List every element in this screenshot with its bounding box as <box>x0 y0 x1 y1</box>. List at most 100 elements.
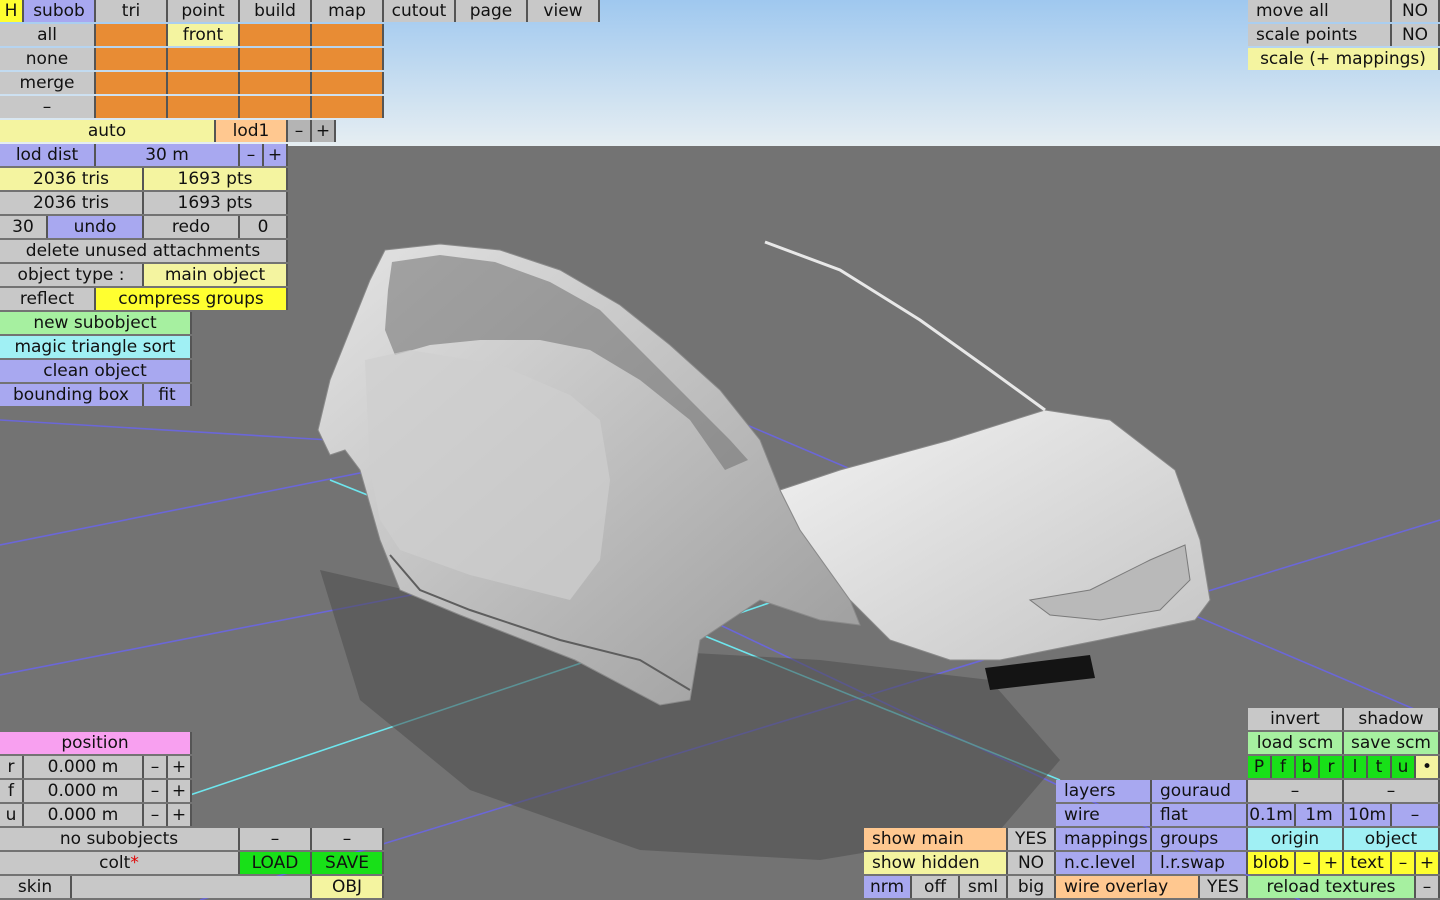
sel-cell[interactable] <box>240 96 312 118</box>
show-main-button[interactable]: show main <box>864 828 1008 850</box>
h-button[interactable]: H <box>0 0 24 22</box>
lod-dist-minus[interactable]: – <box>240 144 264 166</box>
axis-u-value[interactable]: 0.000 m <box>24 804 144 826</box>
undo-button[interactable]: undo <box>48 216 144 238</box>
menu-view[interactable]: view <box>528 0 600 22</box>
view-l-button[interactable]: l <box>1344 756 1368 778</box>
save-button[interactable]: SAVE <box>312 852 384 874</box>
sel-cell[interactable] <box>96 48 168 70</box>
show-hidden-value[interactable]: NO <box>1008 852 1056 874</box>
select-all-button[interactable]: all <box>0 24 96 46</box>
dash-button[interactable]: – <box>0 96 96 118</box>
view-r-button[interactable]: r <box>1320 756 1344 778</box>
menu-page[interactable]: page <box>456 0 528 22</box>
axis-u-minus[interactable]: – <box>144 804 168 826</box>
move-all-button[interactable]: move all <box>1248 0 1392 22</box>
axis-u-plus[interactable]: + <box>168 804 192 826</box>
redo-button[interactable]: redo <box>144 216 240 238</box>
axis-r-plus[interactable]: + <box>168 756 192 778</box>
blob-button[interactable]: blob <box>1248 852 1296 874</box>
wire-overlay-value[interactable]: YES <box>1200 876 1248 898</box>
mappings-button[interactable]: mappings <box>1056 828 1152 850</box>
normals-nrm-button[interactable]: nrm <box>864 876 912 898</box>
grid-0.1m-button[interactable]: 0.1m <box>1248 804 1296 826</box>
normals-off-button[interactable]: off <box>912 876 960 898</box>
scale-mappings-button[interactable]: scale (+ mappings) <box>1248 48 1440 70</box>
sel-cell[interactable] <box>96 96 168 118</box>
lod-minus-button[interactable]: – <box>288 120 312 142</box>
load-scm-button[interactable]: load scm <box>1248 732 1344 754</box>
axis-f-plus[interactable]: + <box>168 780 192 802</box>
move-all-value[interactable]: NO <box>1392 0 1440 22</box>
lod-name[interactable]: lod1 <box>216 120 288 142</box>
show-main-value[interactable]: YES <box>1008 828 1056 850</box>
fit-button[interactable]: fit <box>144 384 192 406</box>
menu-cutout[interactable]: cutout <box>384 0 456 22</box>
compress-groups-button[interactable]: compress groups <box>96 288 288 310</box>
menu-build[interactable]: build <box>240 0 312 22</box>
sel-cell[interactable] <box>240 48 312 70</box>
sel-front[interactable]: front <box>168 24 240 46</box>
grid-off-button[interactable]: – <box>1392 804 1440 826</box>
axis-r-minus[interactable]: – <box>144 756 168 778</box>
menu-point[interactable]: point <box>168 0 240 22</box>
groups-button[interactable]: groups <box>1152 828 1248 850</box>
sel-cell[interactable] <box>168 72 240 94</box>
menu-subob[interactable]: subob <box>24 0 96 22</box>
sel-cell[interactable] <box>168 48 240 70</box>
sel-cell[interactable] <box>312 72 384 94</box>
sel-cell[interactable] <box>96 24 168 46</box>
select-none-button[interactable]: none <box>0 48 96 70</box>
view-dot-button[interactable]: • <box>1416 756 1440 778</box>
text-minus-button[interactable]: – <box>1392 852 1416 874</box>
lod-dist-value[interactable]: 30 m <box>96 144 240 166</box>
shadow-button[interactable]: shadow <box>1344 708 1440 730</box>
sel-cell[interactable] <box>312 24 384 46</box>
nc-level-button[interactable]: n.c.level <box>1056 852 1152 874</box>
sel-cell[interactable] <box>240 72 312 94</box>
show-hidden-button[interactable]: show hidden <box>864 852 1008 874</box>
subobject-dash-2[interactable]: – <box>312 828 384 850</box>
view-b-button[interactable]: b <box>1296 756 1320 778</box>
object-type-value[interactable]: main object <box>144 264 288 286</box>
load-button[interactable]: LOAD <box>240 852 312 874</box>
layers-button[interactable]: layers <box>1056 780 1152 802</box>
magic-triangle-sort-button[interactable]: magic triangle sort <box>0 336 192 358</box>
clean-object-button[interactable]: clean object <box>0 360 192 382</box>
skin-field[interactable] <box>72 876 312 898</box>
delete-unused-button[interactable]: delete unused attachments <box>0 240 288 262</box>
grid-1m-button[interactable]: 1m <box>1296 804 1344 826</box>
reload-dash-button[interactable]: – <box>1416 876 1440 898</box>
menu-map[interactable]: map <box>312 0 384 22</box>
reload-textures-button[interactable]: reload textures <box>1248 876 1416 898</box>
right-dash-2[interactable]: – <box>1344 780 1440 802</box>
blob-minus-button[interactable]: – <box>1296 852 1320 874</box>
sel-cell[interactable] <box>96 72 168 94</box>
menu-tri[interactable]: tri <box>96 0 168 22</box>
lod-plus-button[interactable]: + <box>312 120 336 142</box>
sel-cell[interactable] <box>168 96 240 118</box>
axis-f-minus[interactable]: – <box>144 780 168 802</box>
sel-cell[interactable] <box>312 96 384 118</box>
normals-big-button[interactable]: big <box>1008 876 1056 898</box>
blob-plus-button[interactable]: + <box>1320 852 1344 874</box>
axis-f-value[interactable]: 0.000 m <box>24 780 144 802</box>
invert-button[interactable]: invert <box>1248 708 1344 730</box>
lr-swap-button[interactable]: l.r.swap <box>1152 852 1248 874</box>
reflect-button[interactable]: reflect <box>0 288 96 310</box>
flat-button[interactable]: flat <box>1152 804 1248 826</box>
text-plus-button[interactable]: + <box>1416 852 1440 874</box>
gouraud-button[interactable]: gouraud <box>1152 780 1248 802</box>
new-subobject-button[interactable]: new subobject <box>0 312 192 334</box>
scale-points-value[interactable]: NO <box>1392 24 1440 46</box>
scale-points-button[interactable]: scale points <box>1248 24 1392 46</box>
origin-button[interactable]: origin <box>1248 828 1344 850</box>
wire-overlay-button[interactable]: wire overlay <box>1056 876 1200 898</box>
view-f-button[interactable]: f <box>1272 756 1296 778</box>
axis-r-value[interactable]: 0.000 m <box>24 756 144 778</box>
text-button[interactable]: text <box>1344 852 1392 874</box>
sel-cell[interactable] <box>312 48 384 70</box>
bounding-box-button[interactable]: bounding box <box>0 384 144 406</box>
save-scm-button[interactable]: save scm <box>1344 732 1440 754</box>
file-name[interactable]: colt* <box>0 852 240 874</box>
